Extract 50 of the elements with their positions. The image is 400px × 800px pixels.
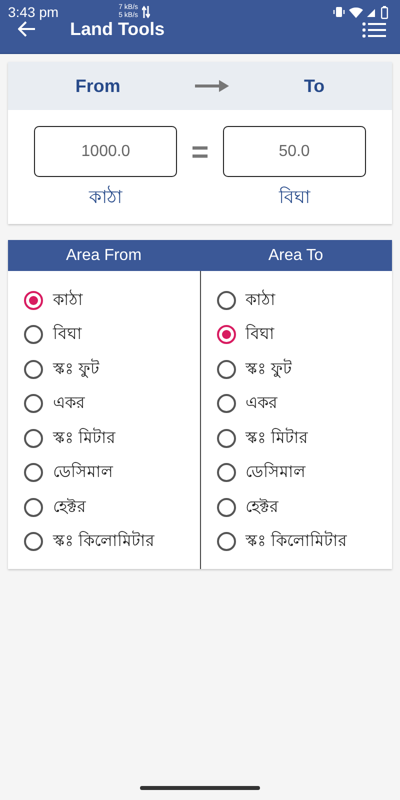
unit-radio-option[interactable]: স্কঃ কিলোমিটার [216,524,392,559]
radio-button[interactable] [24,463,43,482]
back-icon[interactable] [18,21,36,37]
unit-radio-option[interactable]: ডেসিমাল [24,456,200,490]
unit-radio-option[interactable]: হেক্টর [216,490,392,524]
radio-button[interactable] [216,360,236,379]
status-time: 3:43 pm [8,4,59,20]
data-transfer-icon [142,5,150,19]
radio-button[interactable] [216,463,236,482]
from-label: From [75,76,120,96]
unit-radio-option[interactable]: স্কঃ ফুট [216,352,392,386]
unit-radio-option[interactable]: বিঘা [216,318,392,352]
unit-radio-option[interactable]: ডেসিমাল [216,456,392,490]
to-value-field[interactable]: 50.0 [222,126,366,177]
vibrate-icon [333,7,345,17]
to-label: To [304,76,325,96]
to-unit: বিঘা [278,186,310,209]
radio-button[interactable] [216,394,236,414]
unit-radio-option[interactable]: একর [24,386,200,421]
from-unit: কাঠা [89,184,122,209]
arrow-icon [195,80,230,92]
battery-icon [381,6,388,18]
radio-button[interactable] [216,325,236,344]
radio-button[interactable] [216,498,236,517]
unit-radio-option[interactable]: কাঠা [24,283,200,318]
unit-radio-option[interactable]: স্কঃ মিটার [216,421,392,456]
app-title: Land Tools [70,18,165,40]
equals-sign: = [191,136,209,170]
radio-button[interactable] [24,360,43,379]
column-header: Area To [200,240,392,271]
unit-radio-option[interactable]: একর [216,386,392,421]
radio-button[interactable] [24,498,43,517]
radio-button[interactable] [216,428,236,448]
radio-button[interactable] [24,394,43,414]
radio-button[interactable] [24,532,43,552]
unit-radio-option[interactable]: কাঠা [216,283,392,318]
radio-button[interactable] [24,428,43,448]
unit-radio-option[interactable]: স্কঃ ফুট [24,352,200,386]
radio-button[interactable] [216,290,236,310]
unit-radio-option[interactable]: বিঘা [24,318,200,352]
radio-button[interactable] [24,290,43,310]
unit-radio-option[interactable]: স্কঃ কিলোমিটার [24,524,200,559]
wifi-icon [349,6,363,18]
from-value-field[interactable]: 1000.0 [34,126,178,177]
signal-icon [367,7,377,17]
radio-button[interactable] [24,325,43,344]
unit-radio-option[interactable]: স্কঃ মিটার [24,421,200,456]
unit-radio-option[interactable]: হেক্টর [24,490,200,524]
column-header: Area From [8,240,200,271]
radio-button[interactable] [216,532,236,552]
